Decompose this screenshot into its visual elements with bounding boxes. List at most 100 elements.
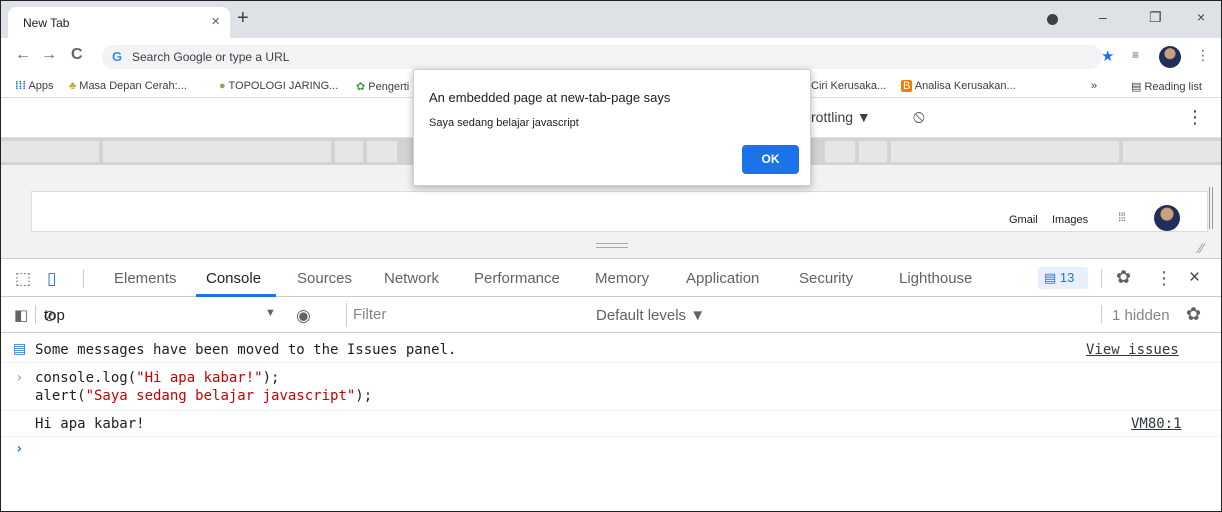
context-selector[interactable]: top	[44, 307, 65, 324]
ruler-segment[interactable]	[1123, 141, 1221, 162]
filter-input[interactable]: Filter	[346, 303, 586, 327]
reading-list-icon: ▤	[1131, 81, 1142, 93]
reading-list-label: Reading list	[1144, 81, 1202, 93]
tab-new-tab[interactable]: New Tab ×	[8, 7, 230, 38]
tab-close-icon[interactable]: ×	[211, 13, 220, 30]
input-line-1: console.log("Hi apa kabar!");	[35, 370, 279, 386]
separator	[1101, 269, 1102, 288]
code-token: );	[262, 370, 280, 386]
profile-avatar[interactable]	[1159, 46, 1181, 68]
dialog-message: Saya sedang belajar javascript	[429, 117, 579, 129]
inspect-element-icon[interactable]: ⬚	[15, 269, 31, 289]
live-expression-eye-icon[interactable]: ◉	[296, 306, 311, 326]
alert-dialog: An embedded page at new-tab-page says Sa…	[413, 69, 811, 186]
bookmark-apps[interactable]: ⁞⁞⁞ Apps	[15, 80, 54, 92]
minimize-button[interactable]: –	[1099, 9, 1107, 25]
chevron-down-icon[interactable]: ▼	[265, 307, 276, 319]
omnibox[interactable]: G Search Google or type a URL	[102, 45, 1102, 69]
console-settings-icon[interactable]: ✿	[1186, 304, 1201, 325]
emulated-page: Gmail Images ⁞⁞⁞	[31, 191, 1208, 232]
ruler-segment[interactable]	[1, 141, 99, 162]
bookmark-pengertian[interactable]: ✿ Pengerti	[356, 80, 409, 93]
google-apps-icon[interactable]: ⁞⁞⁞	[1118, 210, 1126, 224]
tab-application[interactable]: Application	[686, 270, 759, 287]
title-bar: New Tab × + – ❐ ×	[1, 1, 1221, 38]
tab-performance[interactable]: Performance	[474, 270, 560, 287]
bookmark-favicon: ♣	[69, 80, 77, 92]
viewport-resize-handle[interactable]	[1209, 187, 1213, 229]
code-token: );	[355, 388, 373, 404]
ruler-segment[interactable]	[891, 141, 1119, 162]
bookmark-ciri-kerusakan[interactable]: Ciri Kerusaka...	[811, 80, 886, 92]
sidebar-toggle-icon[interactable]: ◧	[14, 306, 28, 324]
bookmarks-overflow-icon[interactable]: »	[1091, 80, 1097, 92]
reading-list-icon[interactable]: ≡	[1132, 48, 1139, 62]
console-output[interactable]: ▤ Some messages have been moved to the I…	[1, 333, 1221, 511]
separator	[1101, 305, 1102, 324]
omnibox-placeholder: Search Google or type a URL	[132, 50, 290, 64]
ruler-segment[interactable]	[367, 141, 397, 162]
devtools-more-icon[interactable]: ⋮	[1155, 268, 1173, 289]
bookmark-label: Ciri Kerusaka...	[811, 80, 887, 92]
bookmark-topologi[interactable]: ● TOPOLOGI JARING...	[219, 80, 338, 92]
new-tab-button[interactable]: +	[237, 7, 249, 29]
vertical-resize-handle[interactable]	[596, 243, 628, 248]
reading-list-button[interactable]: ▤ Reading list	[1131, 80, 1202, 93]
chrome-menu-icon[interactable]: ⋮	[1196, 47, 1210, 64]
tab-network[interactable]: Network	[384, 270, 439, 287]
close-window-button[interactable]: ×	[1197, 9, 1205, 25]
rotate-icon[interactable]: ⦸	[913, 106, 925, 127]
bookmark-label: Analisa Kerusakan...	[914, 80, 1016, 92]
issues-message: Some messages have been moved to the Iss…	[35, 342, 457, 358]
tab-elements[interactable]: Elements	[114, 270, 177, 287]
ruler-segment[interactable]	[103, 141, 331, 162]
tab-console[interactable]: Console	[206, 270, 261, 287]
code-token: alert(	[35, 388, 86, 404]
images-link[interactable]: Images	[1052, 214, 1088, 226]
tab-security[interactable]: Security	[799, 270, 853, 287]
bookmark-favicon: ✿	[356, 81, 366, 93]
media-indicator-icon[interactable]	[1047, 14, 1058, 25]
view-issues-link[interactable]: View issues	[1086, 342, 1179, 358]
browser-window: New Tab × + – ❐ × ← → C G Search Google …	[0, 0, 1222, 512]
restore-button[interactable]: ❐	[1149, 9, 1162, 26]
tab-lighthouse[interactable]: Lighthouse	[899, 270, 972, 287]
bookmark-analisa-kerusakan[interactable]: B Analisa Kerusakan...	[901, 80, 1016, 92]
log-output: Hi apa kabar!	[35, 416, 145, 432]
throttling-dropdown[interactable]: rottling ▼	[811, 109, 871, 125]
ruler-segment[interactable]	[859, 141, 887, 162]
bookmark-label: Masa Depan Cerah:...	[79, 80, 187, 92]
device-more-icon[interactable]: ⋮	[1186, 107, 1204, 128]
ruler-segment[interactable]	[825, 141, 855, 162]
bookmark-star-icon[interactable]: ★	[1101, 47, 1114, 65]
corner-resize-icon[interactable]: ⁄⁄	[1199, 240, 1204, 256]
log-levels-dropdown[interactable]: Default levels ▼	[596, 307, 705, 324]
devtools-tab-bar: ⬚ ▯ Elements Console Sources Network Per…	[1, 258, 1221, 297]
back-icon[interactable]: ←	[15, 46, 31, 64]
device-toggle-icon[interactable]: ▯	[47, 269, 56, 289]
console-issues-row: ▤ Some messages have been moved to the I…	[1, 333, 1221, 363]
issues-badge[interactable]: ▤ 13	[1038, 267, 1088, 289]
source-link[interactable]: VM80:1	[1131, 416, 1182, 432]
hidden-count: 1 hidden	[1112, 307, 1170, 324]
separator	[83, 269, 84, 288]
ok-button[interactable]: OK	[742, 145, 799, 174]
gmail-link[interactable]: Gmail	[1009, 214, 1038, 226]
bookmark-masa-depan[interactable]: ♣ Masa Depan Cerah:...	[69, 80, 187, 92]
tab-memory[interactable]: Memory	[595, 270, 649, 287]
forward-icon[interactable]: →	[41, 46, 57, 64]
reload-icon[interactable]: C	[71, 46, 83, 64]
code-token: console.log(	[35, 370, 137, 386]
ruler-segment[interactable]	[335, 141, 363, 162]
devtools-close-icon[interactable]: ×	[1189, 267, 1200, 289]
issues-message-icon: ▤	[13, 341, 27, 357]
issues-count: 13	[1059, 270, 1075, 285]
page-profile-avatar[interactable]	[1154, 205, 1180, 231]
code-string: "Saya sedang belajar javascript"	[85, 388, 356, 404]
bookmark-label: TOPOLOGI JARING...	[228, 80, 339, 92]
settings-gear-icon[interactable]: ✿	[1116, 267, 1131, 288]
google-icon: G	[112, 49, 123, 64]
tab-sources[interactable]: Sources	[297, 270, 352, 287]
separator	[35, 305, 36, 324]
console-prompt-row[interactable]: ›	[1, 437, 1221, 461]
